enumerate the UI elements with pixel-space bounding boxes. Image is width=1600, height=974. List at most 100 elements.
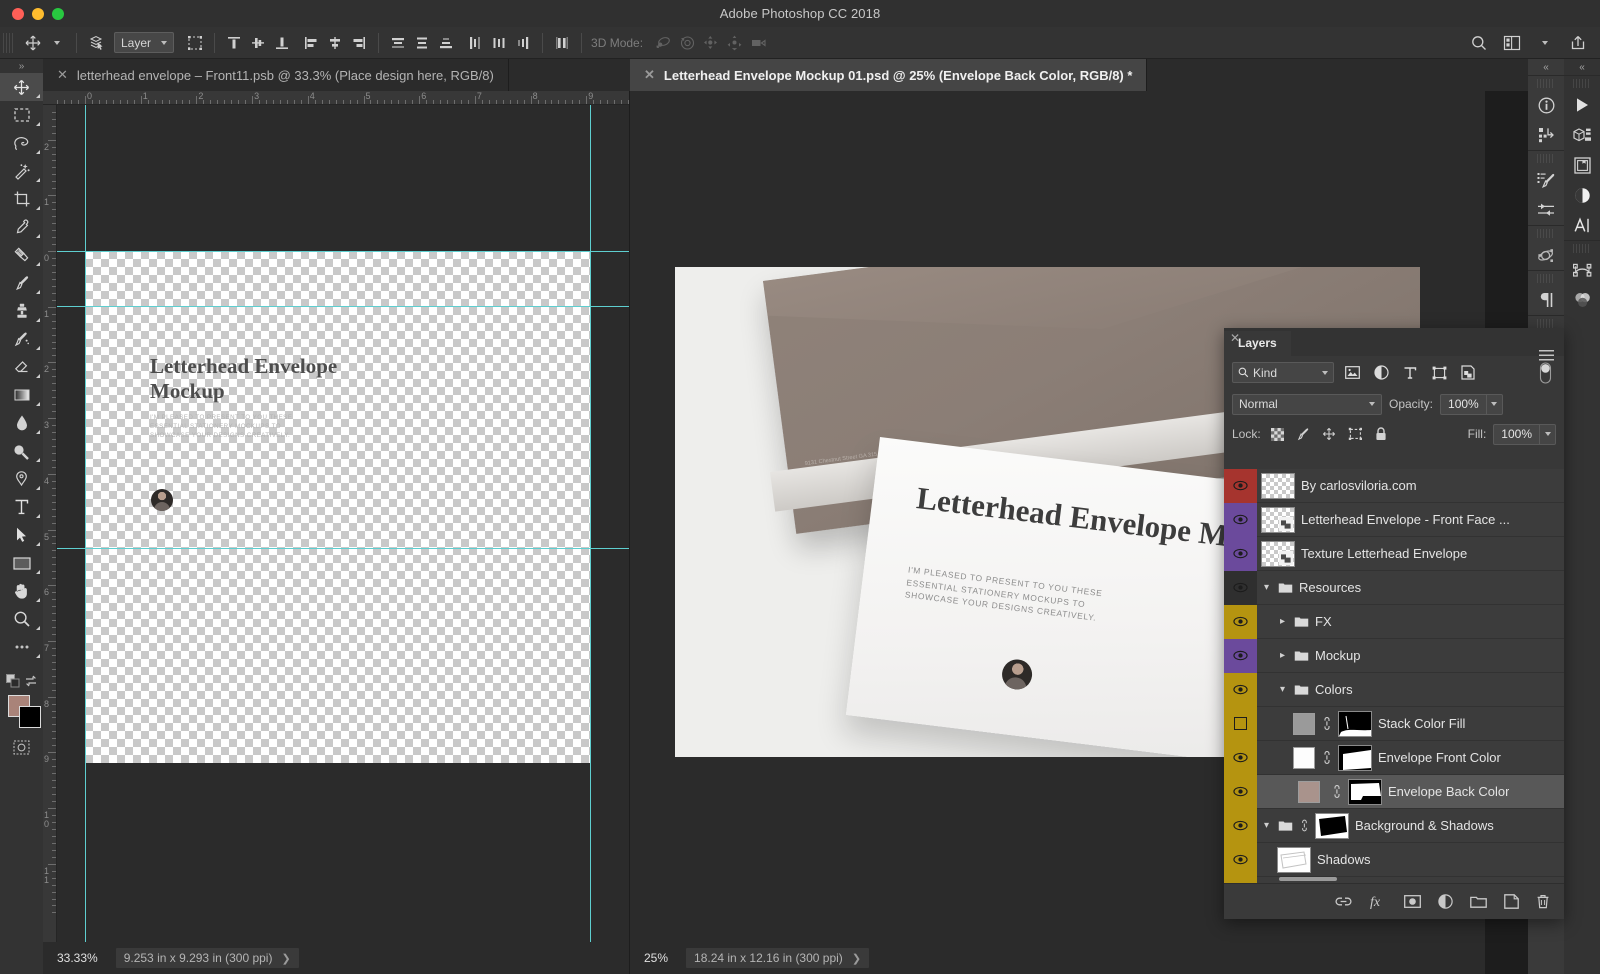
distribute-left-edges-icon[interactable]	[463, 31, 487, 55]
lock-all-icon[interactable]	[1372, 424, 1391, 444]
chevron-right-icon[interactable]: ❯	[281, 952, 290, 965]
drag-3d-object-icon[interactable]	[699, 31, 723, 55]
show-transform-controls-icon[interactable]	[183, 31, 207, 55]
chevron-right-icon[interactable]: ❯	[852, 952, 861, 965]
color-wheel-icon[interactable]	[1564, 285, 1600, 315]
dock-collapse-b[interactable]: «	[1564, 59, 1600, 75]
zoom-level-right[interactable]: 25%	[644, 951, 668, 965]
play-icon[interactable]	[1564, 90, 1600, 120]
panel-menu-icon[interactable]	[1539, 350, 1554, 361]
new-adjustment-layer-icon[interactable]	[1438, 894, 1453, 909]
libraries-icon[interactable]	[1564, 150, 1600, 180]
layer-row-body[interactable]: ▾ Background & Shadows	[1257, 812, 1564, 839]
filter-toggle[interactable]	[1534, 361, 1556, 384]
layer-mask-thumbnail[interactable]	[1348, 778, 1382, 805]
default-colors-icon[interactable]	[6, 674, 20, 688]
slide-3d-object-icon[interactable]	[723, 31, 747, 55]
layer-row-body[interactable]: Letterhead Envelope - Front Face ...	[1257, 506, 1564, 533]
fill-input[interactable]: 100%	[1493, 423, 1539, 445]
distribute-bottom-edges-icon[interactable]	[434, 31, 458, 55]
layer-row-body[interactable]: ▸ FX	[1257, 614, 1564, 629]
lock-position-icon[interactable]	[1320, 424, 1339, 444]
smart-object-filter-icon[interactable]	[1457, 362, 1479, 384]
distribute-right-edges-icon[interactable]	[511, 31, 535, 55]
lock-transparent-pixels-icon[interactable]	[1268, 424, 1287, 444]
layer-row-body[interactable]: ▾ Colors	[1257, 682, 1564, 697]
tools-panel-collapse[interactable]: »	[0, 59, 43, 73]
layer-visibility-toggle[interactable]	[1224, 740, 1257, 775]
brush-tool[interactable]	[0, 269, 43, 297]
3d-icon[interactable]	[1528, 240, 1564, 270]
layer-color-swatch[interactable]	[1293, 746, 1315, 769]
layer-row-body[interactable]: By carlosviloria.com	[1257, 472, 1564, 499]
options-bar-grip[interactable]	[3, 32, 13, 53]
clone-stamp-tool[interactable]	[0, 297, 43, 325]
layer-row-body[interactable]: Shadows	[1257, 846, 1564, 873]
swap-colors-icon[interactable]	[25, 675, 37, 687]
distribute-top-edges-icon[interactable]	[386, 31, 410, 55]
guide-horizontal-mid[interactable]	[57, 306, 629, 307]
auto-select-icon[interactable]	[84, 31, 108, 55]
guide-horizontal-top[interactable]	[57, 251, 629, 252]
layer-row[interactable]: Shadows	[1224, 842, 1564, 877]
document-tab-2[interactable]: ✕ Letterhead Envelope Mockup 01.psd @ 25…	[630, 59, 1148, 91]
adjustment-filter-icon[interactable]	[1370, 362, 1392, 384]
align-left-edges-icon[interactable]	[299, 31, 323, 55]
3d-scene-icon[interactable]	[1564, 120, 1600, 150]
layer-visibility-toggle[interactable]	[1224, 604, 1257, 639]
chevron-down-icon[interactable]	[1533, 31, 1557, 55]
guide-horizontal-bottom[interactable]	[57, 548, 629, 549]
layer-row[interactable]: ▸ FX	[1224, 604, 1564, 639]
add-layer-mask-icon[interactable]	[1404, 895, 1421, 908]
spot-healing-brush-tool[interactable]	[0, 241, 43, 269]
layer-visibility-toggle[interactable]	[1224, 469, 1257, 503]
layer-color-swatch[interactable]	[1293, 712, 1315, 735]
scale-3d-object-icon[interactable]	[747, 31, 771, 55]
canvas-left[interactable]: Letterhead Envelope Mockup I'M PLEASED T…	[85, 251, 591, 763]
auto-select-scope-select[interactable]: Layer	[114, 32, 175, 53]
align-vertical-centers-icon[interactable]	[246, 31, 270, 55]
lock-image-pixels-icon[interactable]	[1294, 424, 1313, 444]
document-dimensions-right[interactable]: 18.24 in x 12.16 in (300 ppi) ❯	[686, 948, 870, 968]
chevron-right-icon[interactable]: ▸	[1277, 616, 1288, 627]
align-bottom-edges-icon[interactable]	[270, 31, 294, 55]
gradient-tool[interactable]	[0, 381, 43, 409]
horizontal-ruler-left[interactable]: 0 1 2 3 4 5 6 7 8 9	[43, 91, 629, 105]
crop-tool[interactable]	[0, 185, 43, 213]
vertical-ruler-left[interactable]: 32101234567891 01 1	[43, 105, 57, 942]
hand-tool[interactable]	[0, 577, 43, 605]
align-right-edges-icon[interactable]	[347, 31, 371, 55]
layer-row[interactable]: ▸ Mockup	[1224, 638, 1564, 673]
roll-3d-object-icon[interactable]	[675, 31, 699, 55]
add-layer-style-icon[interactable]: fx	[1369, 894, 1387, 909]
lasso-tool[interactable]	[0, 129, 43, 157]
layer-mask-thumbnail[interactable]	[1315, 812, 1349, 839]
adjustments-sliders-icon[interactable]	[1528, 195, 1564, 225]
layer-mask-thumbnail[interactable]	[1338, 744, 1372, 771]
info-icon[interactable]	[1528, 90, 1564, 120]
align-horizontal-centers-icon[interactable]	[323, 31, 347, 55]
search-icon[interactable]	[1467, 31, 1491, 55]
layer-row[interactable]: ▾ Background & Shadows	[1224, 808, 1564, 843]
pixel-filter-icon[interactable]	[1341, 362, 1363, 384]
link-layers-icon[interactable]	[1335, 896, 1352, 907]
history-brush-tool[interactable]	[0, 325, 43, 353]
layer-visibility-toggle[interactable]	[1224, 672, 1257, 707]
blur-tool[interactable]	[0, 409, 43, 437]
layer-row[interactable]: Letterhead Envelope - Front Face ...	[1224, 502, 1564, 537]
blend-mode-select[interactable]: Normal	[1232, 393, 1382, 415]
chevron-down-icon[interactable]: ▾	[1261, 582, 1272, 593]
workspace-icon[interactable]	[1500, 31, 1524, 55]
layer-row-body[interactable]: Stack Color Fill	[1257, 710, 1564, 737]
layer-mask-thumbnail[interactable]	[1338, 710, 1372, 737]
layer-row[interactable]: By carlosviloria.com	[1224, 469, 1564, 503]
layer-thumbnail[interactable]	[1277, 846, 1311, 873]
layer-visibility-toggle[interactable]	[1224, 842, 1257, 877]
new-group-icon[interactable]	[1470, 895, 1487, 908]
layer-thumbnail[interactable]	[1261, 472, 1295, 499]
close-icon[interactable]: ✕	[1230, 331, 1240, 345]
opacity-input[interactable]: 100%	[1440, 393, 1486, 415]
layer-visibility-toggle[interactable]	[1224, 502, 1257, 537]
actions-icon[interactable]	[1528, 120, 1564, 150]
layer-visibility-toggle[interactable]	[1224, 536, 1257, 571]
